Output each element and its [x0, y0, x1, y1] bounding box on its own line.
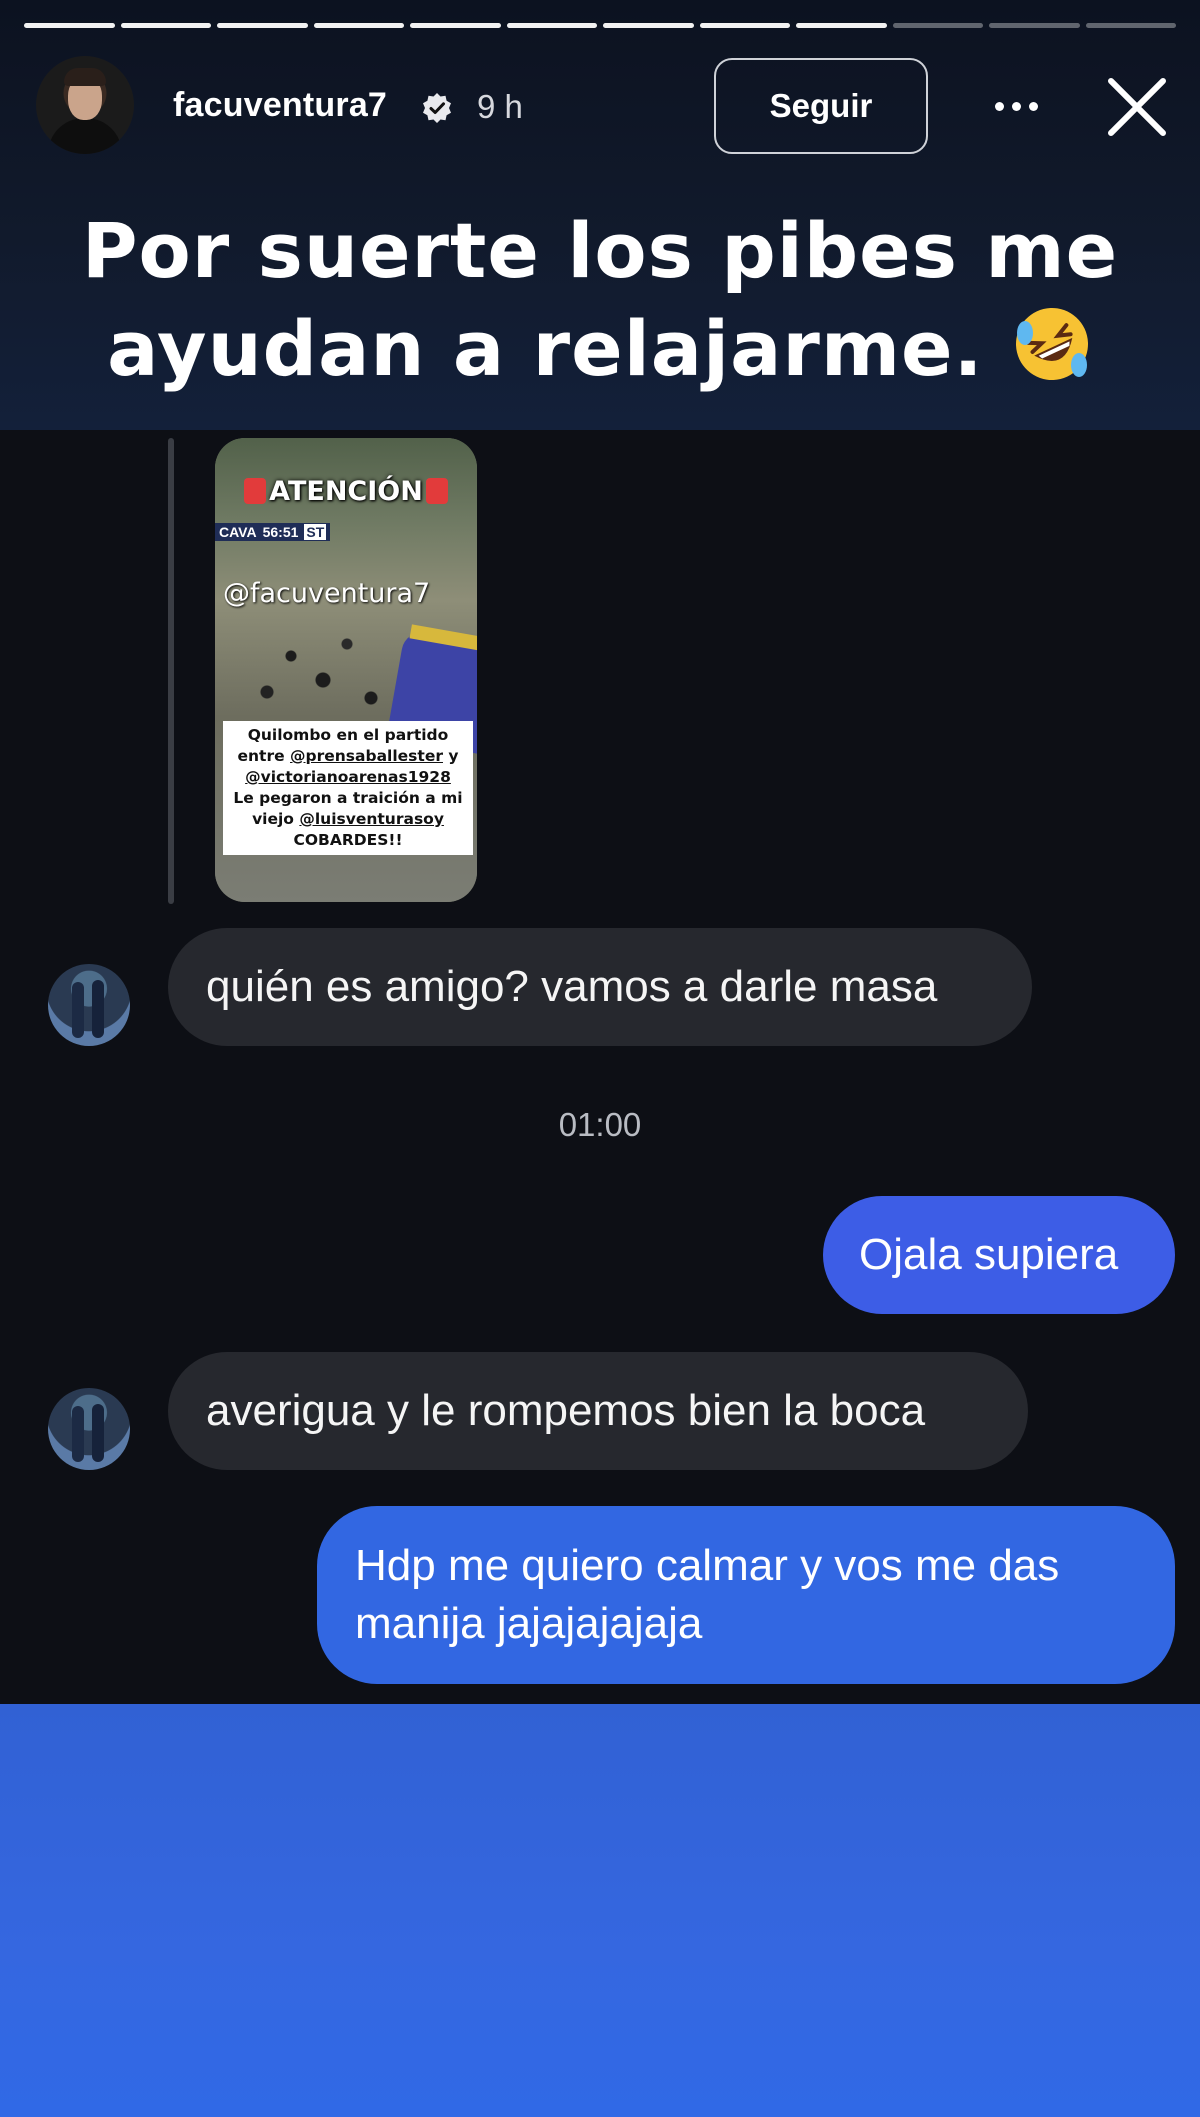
story-progress-bar [24, 23, 1176, 29]
profile-avatar[interactable] [36, 56, 134, 154]
siren-icon [425, 478, 448, 504]
caption-line-1: Por suerte los pibes me [81, 206, 1119, 295]
outgoing-gradient-fill [0, 1704, 1200, 2117]
message-text: Ojala supiera [859, 1230, 1119, 1279]
progress-segment [24, 23, 115, 28]
shared-story-handle: @facuventura7 [223, 578, 431, 609]
verified-badge-icon [423, 93, 451, 123]
story-time: 9 h [477, 88, 523, 125]
message-bubble-incoming[interactable]: averigua y le rompemos bien la boca [168, 1352, 1028, 1470]
progress-segment [217, 23, 308, 28]
message-bubble-incoming[interactable]: quién es amigo? vamos a darle masa [168, 928, 1032, 1046]
message-text: Hdp me quiero calmar y vos me das manija… [355, 1541, 1060, 1648]
message-bubble-outgoing[interactable]: Hdp me quiero calmar y vos me das manija… [317, 1506, 1175, 1684]
message-text: averigua y le rompemos bien la boca [206, 1386, 926, 1435]
shared-story-text: Quilombo en el partido entre @prensaball… [223, 721, 473, 855]
progress-segment [892, 23, 983, 28]
rolling-laughing-emoji-icon [1015, 308, 1088, 380]
progress-segment [989, 23, 1080, 28]
follow-button[interactable]: Seguir [714, 58, 928, 154]
message-bubble-outgoing[interactable]: Ojala supiera [823, 1196, 1175, 1314]
progress-segment [506, 23, 597, 28]
progress-segment [313, 23, 404, 28]
close-icon[interactable] [1105, 75, 1169, 139]
message-timestamp: 01:00 [558, 1106, 642, 1143]
caption-line-2: ayudan a relajarme. [60, 300, 1140, 398]
progress-segment [410, 23, 501, 28]
progress-segment [699, 23, 790, 28]
more-options-icon[interactable] [986, 86, 1046, 126]
siren-icon [244, 478, 267, 504]
shared-story-banner: ATENCIÓN [215, 476, 477, 507]
username[interactable]: facuventura7 [173, 86, 387, 125]
reply-quote-line [168, 438, 174, 904]
sender-avatar[interactable] [48, 964, 130, 1046]
sender-avatar[interactable] [48, 1388, 130, 1470]
progress-segment [796, 23, 887, 28]
story-caption: Por suerte los pibes me ayudan a relajar… [60, 202, 1140, 398]
message-text: quién es amigo? vamos a darle masa [206, 962, 938, 1011]
progress-segment [120, 23, 211, 28]
caption-line-2-text: ayudan a relajarme. [107, 304, 984, 393]
progress-segment [1085, 23, 1176, 28]
progress-segment [603, 23, 694, 28]
shared-story-thumbnail[interactable]: ATENCIÓN CAVA 56:51 ST @facuventura7 Qui… [215, 438, 477, 902]
match-scoreboard: CAVA 56:51 ST [215, 523, 331, 541]
